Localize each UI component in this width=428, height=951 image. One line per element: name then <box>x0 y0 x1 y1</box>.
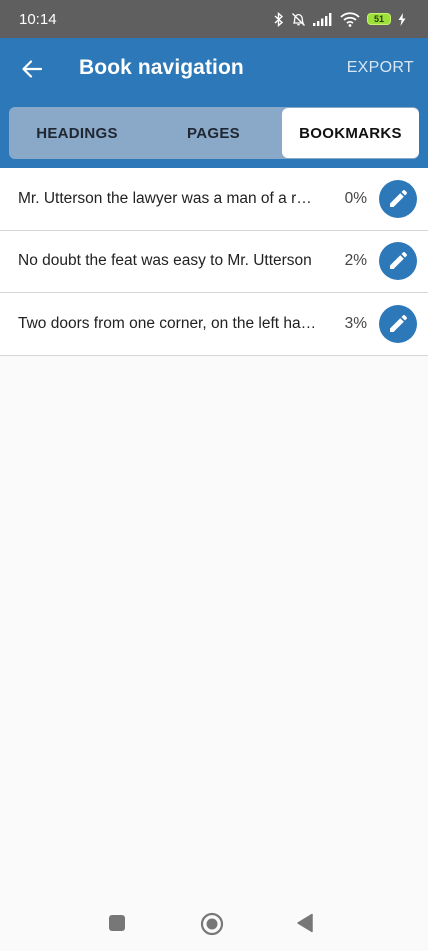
page-title: Book navigation <box>79 56 244 79</box>
triangle-left-icon <box>297 913 313 933</box>
bookmark-text: No doubt the feat was easy to Mr. Utters… <box>18 252 312 270</box>
bookmark-percent: 2% <box>344 252 367 270</box>
list-item[interactable]: Two doors from one corner, on the left h… <box>0 293 428 356</box>
edit-bookmark-button[interactable] <box>379 242 417 281</box>
alarm-off-icon <box>292 12 305 26</box>
nav-home-button[interactable] <box>200 912 224 936</box>
tab-pages[interactable]: PAGES <box>145 107 282 159</box>
bookmark-percent: 0% <box>344 189 367 207</box>
pencil-icon <box>390 252 407 270</box>
nav-back-button[interactable] <box>296 913 314 933</box>
circle-icon <box>200 912 224 936</box>
pencil-icon <box>390 189 407 207</box>
tab-headings[interactable]: HEADINGS <box>9 107 145 159</box>
list-item[interactable]: Mr. Utterson the lawyer was a man of a r… <box>0 168 428 231</box>
bookmark-percent: 3% <box>344 314 367 332</box>
tab-bar: HEADINGS PAGES BOOKMARKS <box>9 107 419 159</box>
app-bar: Book navigation EXPORT HEADINGS PAGES BO… <box>0 38 428 168</box>
bluetooth-icon <box>274 11 284 27</box>
pencil-icon <box>390 314 407 332</box>
status-bar: 10:14 51 <box>0 0 428 38</box>
signal-icon <box>313 12 332 26</box>
edit-bookmark-button[interactable] <box>379 304 417 343</box>
status-time: 10:14 <box>19 10 57 28</box>
bookmark-text: Two doors from one corner, on the left h… <box>18 314 320 332</box>
export-button[interactable]: EXPORT <box>347 59 414 77</box>
tab-bookmarks[interactable]: BOOKMARKS <box>282 108 419 158</box>
back-button[interactable] <box>14 51 50 87</box>
edit-bookmark-button[interactable] <box>379 179 417 218</box>
arrow-left-icon <box>22 60 42 78</box>
battery-icon: 51 <box>367 13 391 25</box>
status-icons: 51 <box>274 11 406 27</box>
nav-recents-button[interactable] <box>108 914 126 932</box>
bookmark-text: Mr. Utterson the lawyer was a man of a r… <box>18 189 320 207</box>
bookmark-list: Mr. Utterson the lawyer was a man of a r… <box>0 168 428 356</box>
square-icon <box>109 915 125 931</box>
wifi-icon <box>340 11 360 27</box>
system-nav-bar <box>0 898 428 951</box>
charging-icon <box>398 12 406 26</box>
list-item[interactable]: No doubt the feat was easy to Mr. Utters… <box>0 230 428 293</box>
